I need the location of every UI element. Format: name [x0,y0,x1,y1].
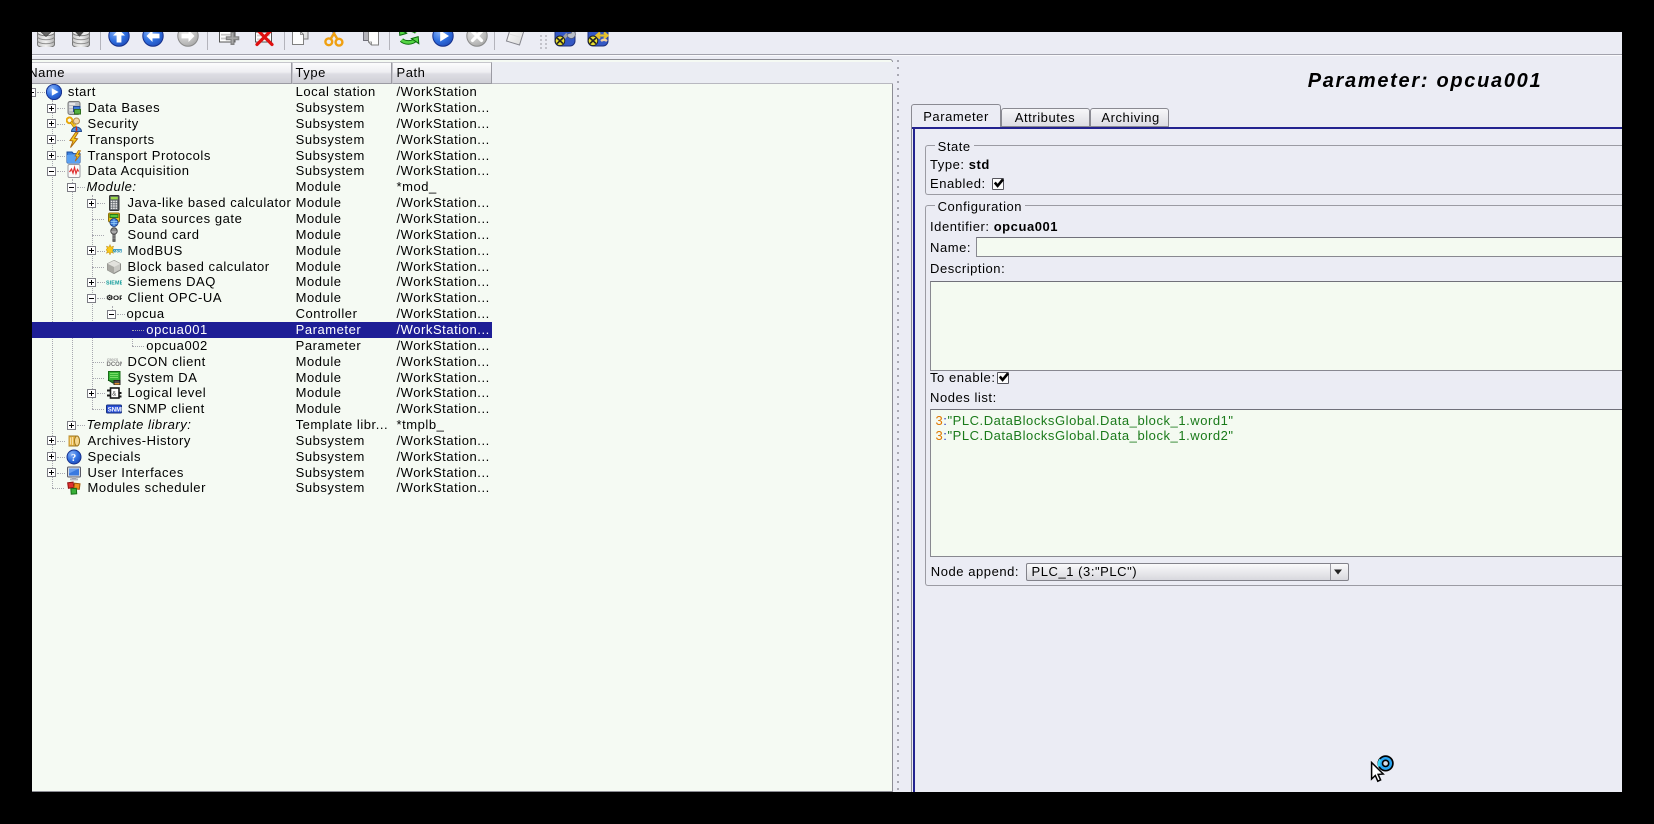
svg-text:&: & [112,392,116,398]
svg-text:DCON: DCON [106,362,122,368]
svg-text:⚙﻿OPC: ⚙﻿OPC [106,294,122,302]
svg-text:?: ? [71,453,76,464]
svg-text:SNMP: SNMP [107,408,121,414]
svg-text:SIEMENS: SIEMENS [106,281,122,287]
